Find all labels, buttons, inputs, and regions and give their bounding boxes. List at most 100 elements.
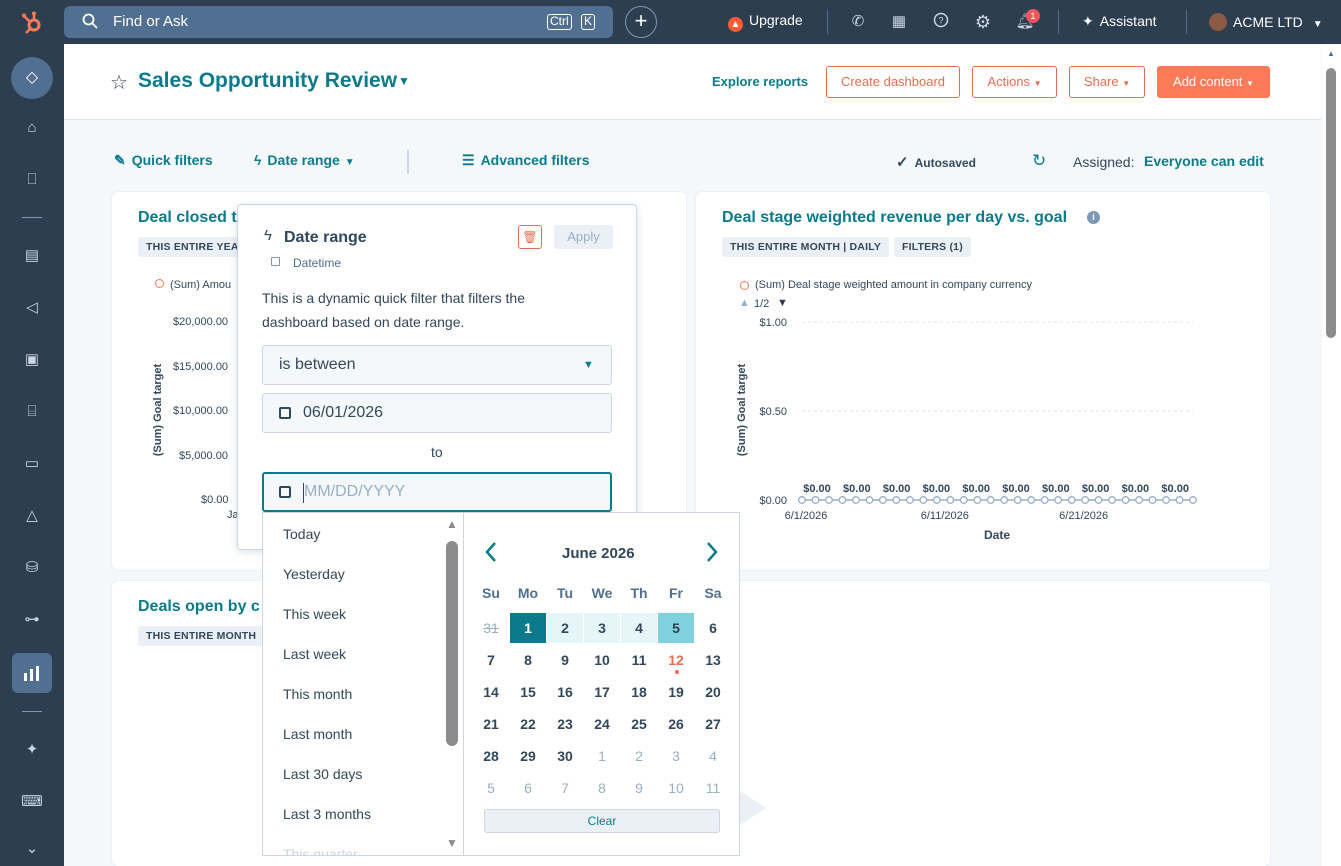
calendar-day[interactable]: 16 <box>547 677 583 707</box>
explore-reports-link[interactable]: Explore reports <box>712 74 808 89</box>
calendar-day[interactable]: 24 <box>584 709 620 739</box>
calendar-day[interactable]: 19 <box>658 677 694 707</box>
data-point[interactable] <box>838 496 847 504</box>
actions-button[interactable]: Actions ▼ <box>972 66 1057 98</box>
data-point[interactable] <box>905 496 914 504</box>
data-point[interactable] <box>973 496 982 504</box>
data-point[interactable] <box>865 496 874 504</box>
calendar-day[interactable]: 20 <box>695 677 731 707</box>
prev-month-chevron-icon[interactable] <box>484 541 498 566</box>
start-date-input[interactable]: 06/01/2026 <box>262 393 612 433</box>
calendar-day[interactable]: 9 <box>621 773 657 803</box>
calendar-day[interactable]: 28 <box>473 741 509 771</box>
data-point[interactable] <box>1054 496 1063 504</box>
help-icon[interactable]: ? <box>931 12 951 32</box>
marketplace-icon[interactable]: ▦ <box>889 12 909 32</box>
settings-gear-icon[interactable]: ⚙ <box>973 12 993 32</box>
data-point[interactable] <box>1135 496 1144 504</box>
advanced-filters-button[interactable]: ☰ Advanced filters <box>462 152 590 169</box>
page-title[interactable]: Sales Opportunity Review <box>138 69 397 93</box>
calendar-day[interactable]: 7 <box>547 773 583 803</box>
page-scrollbar[interactable]: ▲ <box>1322 44 1341 866</box>
create-dashboard-button[interactable]: Create dashboard <box>826 66 960 98</box>
breeze-sparkle-icon[interactable]: ✦ <box>19 737 45 763</box>
data-point[interactable] <box>946 496 955 504</box>
calendar-day[interactable]: 31 <box>473 613 509 643</box>
data-point[interactable] <box>1108 496 1117 504</box>
data-point[interactable] <box>1027 496 1036 504</box>
calendar-day[interactable]: 18 <box>621 677 657 707</box>
calendar-day[interactable]: 11 <box>621 645 657 675</box>
data-point[interactable] <box>1148 496 1157 504</box>
report-title[interactable]: Deals open by c <box>138 598 260 616</box>
data-point[interactable] <box>811 496 820 504</box>
preset-last-30-days[interactable]: Last 30 days <box>283 766 362 782</box>
calendar-day[interactable]: 2 <box>547 613 583 643</box>
data-point[interactable] <box>1000 496 1009 504</box>
apply-button[interactable]: Apply <box>554 225 613 249</box>
developer-icon[interactable]: ⌨ <box>19 789 45 815</box>
calendar-day[interactable]: 4 <box>621 613 657 643</box>
calendar-day[interactable]: 14 <box>473 677 509 707</box>
calendar-day[interactable]: 10 <box>584 645 620 675</box>
data-point[interactable] <box>851 496 860 504</box>
preset-yesterday[interactable]: Yesterday <box>283 566 345 582</box>
account-menu[interactable]: ACME LTD ▼ <box>1209 13 1323 31</box>
data-point[interactable] <box>1189 496 1197 504</box>
search-input[interactable]: Find or Ask Ctrl K <box>64 6 613 38</box>
assigned-value-link[interactable]: Everyone can edit <box>1144 153 1264 169</box>
favorite-star-icon[interactable]: ☆ <box>110 70 128 95</box>
data-point[interactable] <box>959 496 968 504</box>
scroll-thumb[interactable] <box>446 541 458 746</box>
contacts-icon[interactable]: ▤ <box>19 243 45 269</box>
service-icon[interactable]: △ <box>19 503 45 529</box>
calendar-day[interactable]: 4 <box>695 741 731 771</box>
phone-icon[interactable]: ✆ <box>848 12 868 32</box>
data-point[interactable] <box>1121 496 1130 504</box>
scroll-down-arrow[interactable]: ▼ <box>446 836 458 850</box>
data-point[interactable] <box>798 496 806 504</box>
delete-filter-button[interactable]: 🗑︎ <box>518 225 542 249</box>
data-point[interactable] <box>932 496 941 504</box>
end-date-input[interactable]: MM/DD/YYYY <box>262 472 612 512</box>
calendar-day[interactable]: 17 <box>584 677 620 707</box>
preset-last-week[interactable]: Last week <box>283 646 346 662</box>
preset-last-month[interactable]: Last month <box>283 726 352 742</box>
calendar-day[interactable]: 23 <box>547 709 583 739</box>
refresh-icon[interactable]: ↻ <box>1032 151 1046 171</box>
add-content-button[interactable]: Add content ▼ <box>1157 66 1270 98</box>
create-new-button[interactable]: + <box>625 6 657 38</box>
sidebar-item-reports[interactable] <box>12 653 52 693</box>
home-icon[interactable]: ⌂ <box>19 115 45 141</box>
data-point[interactable] <box>1067 496 1076 504</box>
calendar-day[interactable]: 6 <box>695 613 731 643</box>
data-point[interactable] <box>986 496 995 504</box>
data-point[interactable] <box>825 496 833 504</box>
calendar-day[interactable]: 2 <box>621 741 657 771</box>
automation-icon[interactable]: ⊶ <box>19 607 45 633</box>
scroll-up-arrow[interactable]: ▲ <box>1327 49 1335 58</box>
data-point[interactable] <box>919 496 928 504</box>
scroll-up-arrow[interactable]: ▲ <box>446 517 458 531</box>
assistant-button[interactable]: ✦ Assistant <box>1082 13 1157 30</box>
expand-chevron-icon[interactable]: ⌄ <box>19 836 45 862</box>
data-icon[interactable]: ⛁ <box>19 555 45 581</box>
preset-this-month[interactable]: This month <box>283 686 352 702</box>
calendar-day[interactable]: 3 <box>658 741 694 771</box>
calendar-day[interactable]: 30 <box>547 741 583 771</box>
content-icon[interactable]: ▣ <box>19 347 45 373</box>
data-point[interactable] <box>1040 496 1049 504</box>
data-point[interactable] <box>1013 496 1022 504</box>
marketing-icon[interactable]: ◁ <box>19 295 45 321</box>
data-point[interactable] <box>1081 496 1090 504</box>
preset-this-week[interactable]: This week <box>283 606 346 622</box>
calendar-day[interactable]: 5 <box>473 773 509 803</box>
next-month-chevron-icon[interactable] <box>705 541 719 566</box>
upgrade-button[interactable]: ▲ Upgrade <box>728 12 803 32</box>
preset-last-3-months[interactable]: Last 3 months <box>283 806 371 822</box>
calendar-day[interactable]: 10 <box>658 773 694 803</box>
calendar-day[interactable]: 9 <box>547 645 583 675</box>
calendar-day[interactable]: 29 <box>510 741 546 771</box>
scroll-thumb[interactable] <box>1326 68 1336 338</box>
data-point[interactable] <box>892 496 901 504</box>
